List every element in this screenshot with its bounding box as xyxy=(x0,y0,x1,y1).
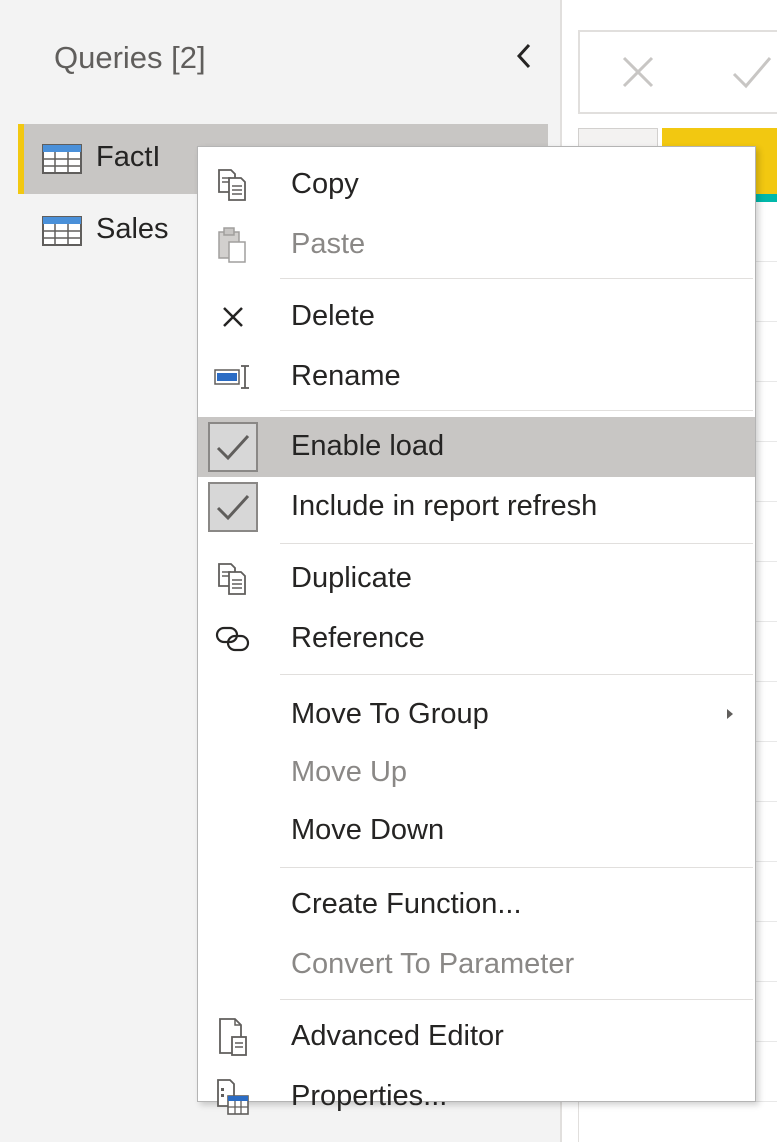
context-menu: Copy Paste Delete Rename Enable load Inc… xyxy=(197,146,756,1115)
copy-icon xyxy=(218,169,246,201)
collapse-pane-button[interactable] xyxy=(506,36,542,76)
queries-title: Queries [2] xyxy=(54,40,206,75)
menu-item-include-refresh[interactable]: Include in report refresh xyxy=(198,477,755,537)
menu-item-properties[interactable]: Properties... xyxy=(198,1067,755,1127)
chevron-left-icon xyxy=(516,43,531,69)
menu-item-reference[interactable]: Reference xyxy=(198,609,755,669)
menu-label-reference: Reference xyxy=(291,622,425,654)
include-refresh-checkbox xyxy=(208,482,258,532)
menu-label-create-function: Create Function... xyxy=(291,888,522,920)
menu-separator xyxy=(280,410,753,411)
menu-item-move-to-group[interactable]: Move To Group xyxy=(198,685,755,745)
checkmark-icon xyxy=(216,434,250,461)
menu-item-rename[interactable]: Rename xyxy=(198,347,755,407)
link-icon xyxy=(215,626,250,652)
menu-label-move-up: Move Up xyxy=(291,756,408,788)
menu-label-include-refresh: Include in report refresh xyxy=(291,490,598,522)
menu-separator xyxy=(280,999,753,1000)
menu-label-copy: Copy xyxy=(291,168,359,200)
menu-separator xyxy=(280,278,753,279)
menu-label-move-down: Move Down xyxy=(291,814,445,846)
menu-label-delete: Delete xyxy=(291,300,375,332)
menu-item-move-down[interactable]: Move Down xyxy=(198,801,755,861)
menu-item-paste[interactable]: Paste xyxy=(198,215,755,275)
query-label: Sales xyxy=(96,213,169,245)
menu-label-paste: Paste xyxy=(291,228,366,260)
menu-item-duplicate[interactable]: Duplicate xyxy=(198,549,755,609)
paste-icon xyxy=(218,227,246,263)
advanced-editor-icon xyxy=(219,1018,247,1056)
table-icon xyxy=(42,216,82,246)
menu-item-advanced-editor[interactable]: Advanced Editor xyxy=(198,1007,755,1067)
menu-item-enable-load[interactable]: Enable load xyxy=(198,417,755,477)
menu-item-convert-to-parameter[interactable]: Convert To Parameter xyxy=(198,935,755,995)
menu-item-delete[interactable]: Delete xyxy=(198,287,755,347)
menu-separator xyxy=(280,543,753,544)
menu-label-enable-load: Enable load xyxy=(291,430,445,462)
menu-item-move-up[interactable]: Move Up xyxy=(198,743,755,803)
menu-separator xyxy=(280,867,753,868)
table-icon xyxy=(42,144,82,174)
menu-separator xyxy=(280,674,753,675)
menu-label-move-to-group: Move To Group xyxy=(291,698,489,730)
rename-icon xyxy=(214,365,249,389)
menu-label-rename: Rename xyxy=(291,360,401,392)
formula-bar xyxy=(578,30,777,114)
enable-load-checkbox xyxy=(208,422,258,472)
duplicate-icon xyxy=(218,563,246,595)
query-label: FactI xyxy=(96,141,161,173)
menu-item-copy[interactable]: Copy xyxy=(198,155,755,215)
menu-label-properties: Properties... xyxy=(291,1080,448,1112)
menu-label-convert-to-parameter: Convert To Parameter xyxy=(291,948,575,980)
menu-label-duplicate: Duplicate xyxy=(291,562,412,594)
commit-formula-icon[interactable] xyxy=(730,52,774,92)
menu-label-advanced-editor: Advanced Editor xyxy=(291,1020,504,1052)
submenu-arrow-icon xyxy=(727,709,733,719)
delete-x-icon xyxy=(223,307,243,327)
menu-item-create-function[interactable]: Create Function... xyxy=(198,875,755,935)
checkmark-icon xyxy=(216,494,250,521)
properties-icon xyxy=(217,1079,249,1115)
cancel-formula-icon[interactable] xyxy=(618,52,658,92)
